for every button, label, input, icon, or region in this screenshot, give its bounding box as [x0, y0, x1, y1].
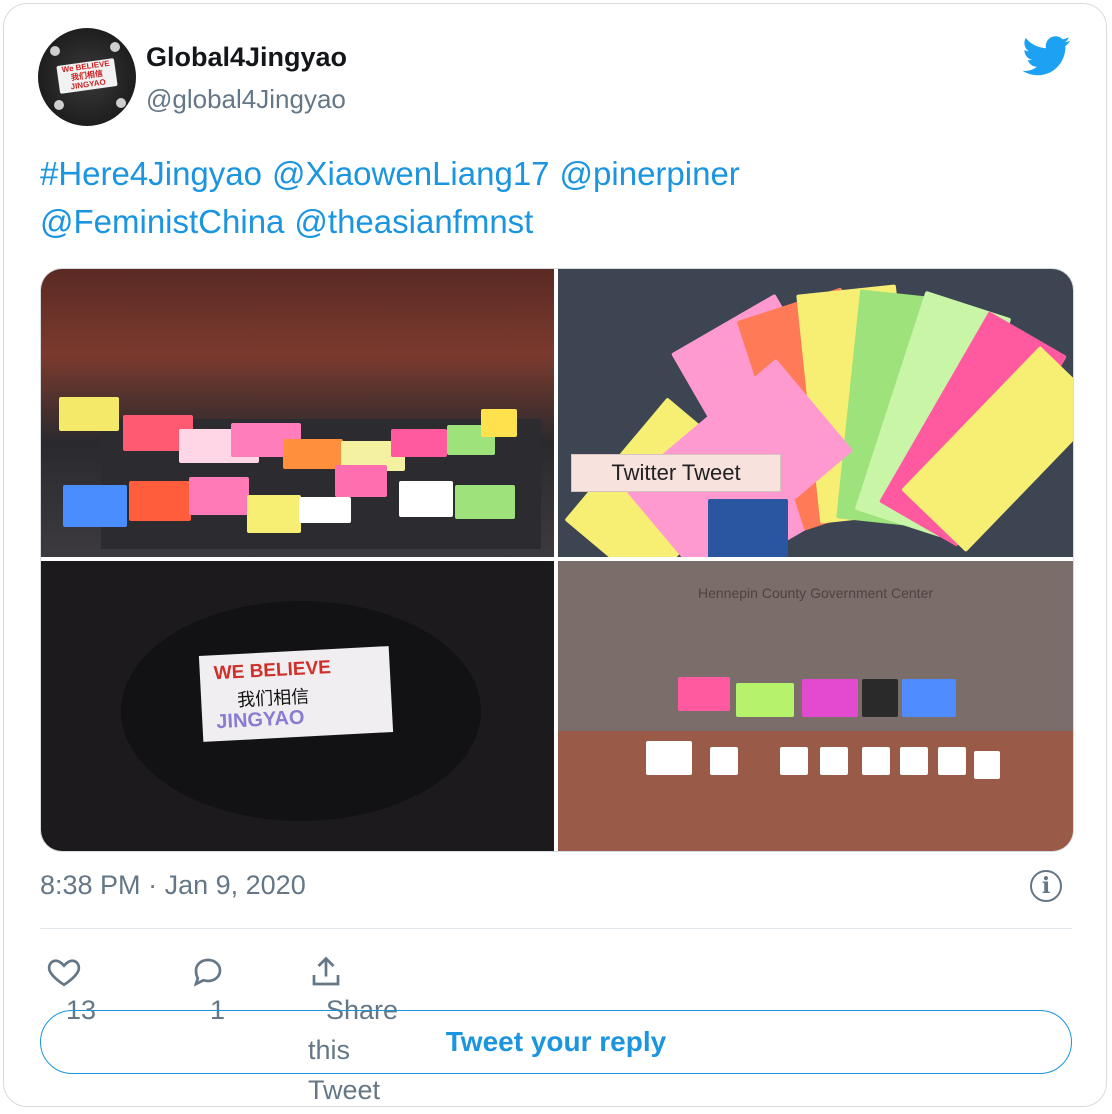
sign-shape [862, 679, 898, 717]
sign-shape [283, 439, 343, 469]
plaza-shape [558, 731, 1073, 851]
paper-sheet [708, 499, 788, 557]
mention-link[interactable]: @XiaowenLiang17 [272, 155, 550, 192]
sign-shape [247, 495, 301, 533]
sign-shape [780, 747, 808, 775]
avatar-decoration [50, 46, 60, 56]
hashtag-link[interactable]: #Here4Jingyao [40, 155, 262, 192]
media-alt-tag: Twitter Tweet [571, 454, 781, 492]
photo-group-signs[interactable] [41, 269, 554, 557]
banner-text: JINGYAO [215, 706, 306, 734]
sign-shape [299, 497, 351, 523]
tweet-reply-button[interactable]: Tweet your reply [40, 1010, 1072, 1074]
sign-shape [455, 485, 515, 519]
user-handle[interactable]: @global4Jingyao [146, 84, 346, 115]
mention-link[interactable]: @FeministChina [40, 203, 284, 240]
share-button[interactable]: Share this Tweet [308, 950, 398, 1105]
sign-shape [802, 679, 858, 717]
banner-shape: WE BELIEVE 我们相信 JINGYAO [198, 646, 394, 742]
sign-shape [820, 747, 848, 775]
meta-separator: · [148, 870, 158, 900]
tweet-time: 8:38 PM [40, 870, 141, 900]
avatar-decoration [110, 42, 120, 52]
avatar[interactable]: We BELIEVE 我们相信 JINGYAO [38, 28, 136, 126]
sign-shape [189, 477, 249, 515]
sign-shape [678, 677, 730, 711]
sign-shape [736, 683, 794, 717]
tweet-date: Jan 9, 2020 [164, 870, 306, 900]
avatar-sign: We BELIEVE 我们相信 JINGYAO [56, 58, 118, 94]
banner-text: WE BELIEVE [213, 657, 332, 685]
mention-link[interactable]: @pinerpiner [560, 155, 740, 192]
sign-shape [59, 397, 119, 431]
sign-shape [974, 751, 1000, 779]
heart-icon [47, 959, 81, 987]
sign-shape [938, 747, 966, 775]
share-icon [312, 956, 340, 986]
building-sign-text: Hennepin County Government Center [698, 585, 934, 601]
sign-shape [710, 747, 738, 775]
sign-shape [399, 481, 453, 517]
divider [40, 928, 1072, 929]
sign-shape [902, 679, 956, 717]
info-icon[interactable]: i [1030, 870, 1062, 902]
sign-shape [900, 747, 928, 775]
photo-paper-fan[interactable] [558, 269, 1073, 557]
photo-government-center[interactable]: Hennepin County Government Center [558, 561, 1073, 851]
sign-shape [63, 485, 127, 527]
sign-shape [646, 741, 692, 775]
avatar-decoration [116, 98, 126, 108]
tweet-text: #Here4Jingyao @XiaowenLiang17 @pinerpiner … [40, 150, 1040, 246]
sign-shape [335, 465, 387, 497]
tweet-timestamp[interactable]: 8:38 PM · Jan 9, 2020 [40, 870, 306, 901]
sign-shape [391, 429, 447, 457]
sign-shape [481, 409, 517, 437]
photo-table-banner[interactable]: WE BELIEVE 我们相信 JINGYAO [41, 561, 554, 851]
media-grid: WE BELIEVE 我们相信 JINGYAO Hennepin County … [40, 268, 1074, 852]
display-name[interactable]: Global4Jingyao [146, 42, 347, 73]
sign-shape [862, 747, 890, 775]
reply-bubble-icon [193, 958, 222, 987]
twitter-bird-icon[interactable] [1022, 36, 1072, 76]
reply-action-button[interactable]: 1 [190, 950, 226, 1025]
like-button[interactable]: 13 [46, 950, 96, 1025]
mention-link[interactable]: @theasianfmnst [294, 203, 533, 240]
sign-shape [129, 481, 191, 521]
avatar-decoration [54, 100, 64, 110]
